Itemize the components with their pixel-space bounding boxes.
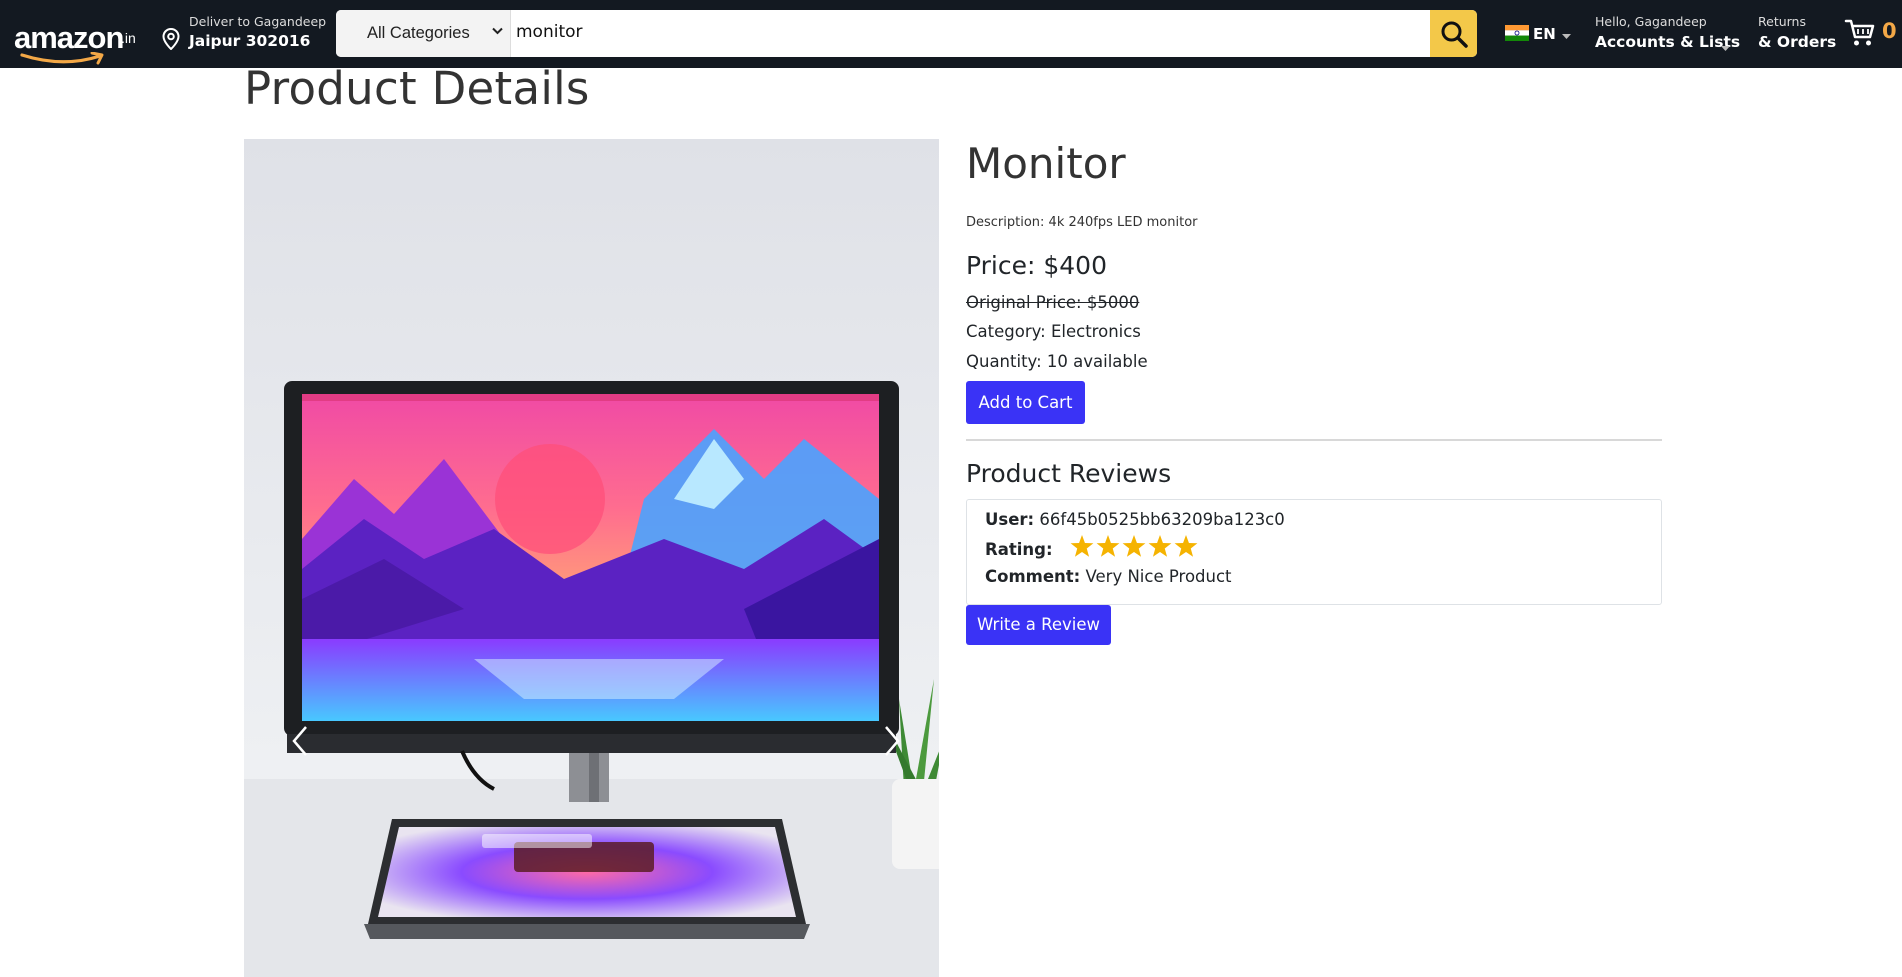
reviews-title: Product Reviews [966, 459, 1172, 488]
account-label: Accounts & Lists [1595, 33, 1741, 51]
product-price: Price: $400 [966, 251, 1107, 280]
category-select[interactable]: All Categories [336, 10, 511, 57]
cart-button[interactable]: 0 [1844, 18, 1902, 50]
review-card: User: 66f45b0525bb63209ba123c0 Rating: C… [966, 499, 1662, 605]
product-description: Description: 4k 240fps LED monitor [966, 215, 1198, 230]
deliver-to-location[interactable]: Deliver to Gagandeep Jaipur 302016 [162, 12, 326, 56]
language-selector[interactable]: EN [1505, 24, 1575, 44]
caret-down-icon [1721, 46, 1730, 51]
review-user-label: User: [985, 510, 1035, 529]
search-bar: All Categories monitor [336, 10, 1477, 57]
review-comment-label: Comment: [985, 567, 1081, 586]
search-button[interactable] [1430, 10, 1477, 57]
star-icon [1174, 535, 1198, 557]
page-title: Product Details [244, 62, 590, 115]
carousel-prev-icon[interactable] [286, 711, 316, 771]
product-name: Monitor [966, 139, 1126, 188]
add-to-cart-button[interactable]: Add to Cart [966, 381, 1085, 424]
product-image-carousel[interactable] [244, 139, 939, 977]
review-user-id: 66f45b0525bb63209ba123c0 [1039, 510, 1285, 529]
star-icon [1148, 535, 1172, 557]
logo-tld: .in [121, 30, 136, 46]
language-code: EN [1533, 25, 1556, 43]
section-divider [966, 439, 1662, 441]
star-icon [1070, 535, 1094, 557]
location-pin-icon [162, 28, 180, 50]
top-navbar: amazon .in Deliver to Gagandeep Jaipur 3… [0, 0, 1902, 68]
deliver-to-label: Deliver to Gagandeep [189, 14, 327, 29]
review-comment-text: Very Nice Product [1085, 567, 1232, 586]
star-icon [1122, 535, 1146, 557]
account-greeting: Hello, Gagandeep [1595, 14, 1707, 29]
amazon-logo[interactable]: amazon .in [14, 14, 139, 65]
chevron-down-icon [492, 27, 503, 35]
deliver-location: Jaipur 302016 [189, 32, 311, 50]
review-rating: Rating: [985, 535, 1198, 559]
write-review-button[interactable]: Write a Review [966, 605, 1111, 645]
product-image [244, 139, 939, 977]
returns-label: Returns [1758, 14, 1806, 29]
product-original-price: Original Price: $5000 [966, 293, 1140, 312]
caret-down-icon [1562, 34, 1571, 39]
search-icon [1441, 21, 1468, 48]
india-flag-icon [1505, 25, 1529, 41]
cart-count: 0 [1882, 19, 1897, 43]
review-user: User: 66f45b0525bb63209ba123c0 [985, 510, 1285, 529]
carousel-next-icon[interactable] [876, 711, 906, 771]
review-comment: Comment: Very Nice Product [985, 567, 1232, 586]
search-input[interactable]: monitor [516, 22, 583, 42]
product-quantity: Quantity: 10 available [966, 352, 1148, 371]
logo-wordmark: amazon [14, 20, 124, 55]
product-category: Category: Electronics [966, 322, 1141, 341]
rating-stars [1070, 535, 1198, 557]
smile-arrow-icon [20, 52, 104, 65]
cart-icon [1844, 19, 1875, 46]
orders-label: & Orders [1758, 33, 1837, 51]
star-icon [1096, 535, 1120, 557]
category-select-value: All Categories [367, 24, 470, 42]
review-rating-label: Rating: [985, 540, 1053, 559]
